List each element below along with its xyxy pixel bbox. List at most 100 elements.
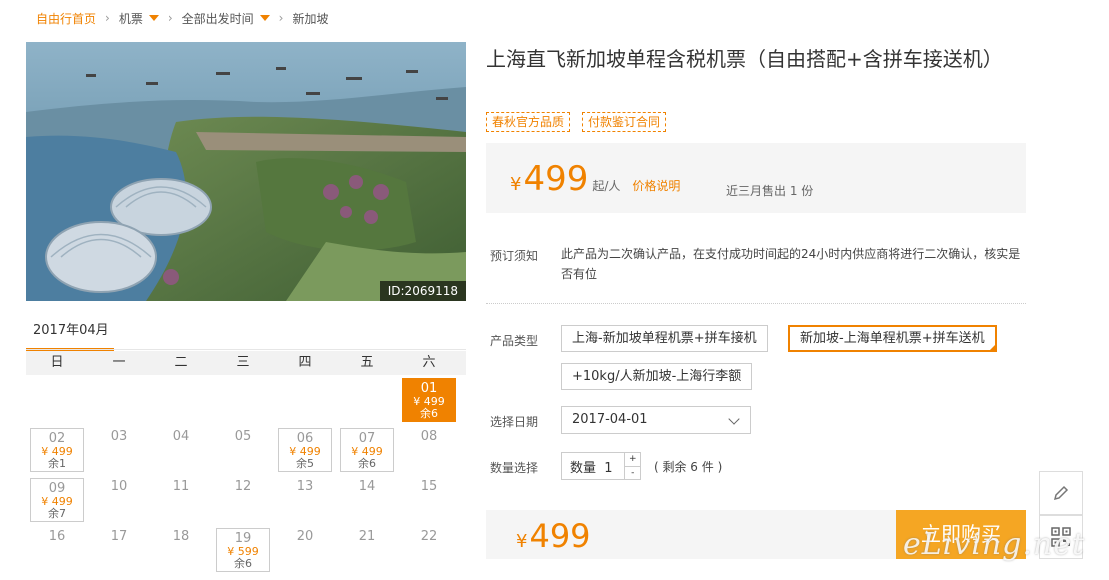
product-hero-image: ID:2069118 — [26, 42, 466, 301]
calendar-blank-cell — [26, 375, 88, 425]
calendar-day-number: 22 — [420, 529, 438, 544]
breadcrumb-departure-dropdown[interactable]: 全部出发时间 — [182, 10, 270, 27]
selected-corner-icon — [987, 343, 997, 352]
price-explanation-link[interactable]: 价格说明 — [632, 177, 680, 194]
calendar-day-number: 21 — [358, 529, 376, 544]
bottom-price: ¥ 499 — [516, 518, 591, 554]
calendar-day: 12 — [212, 475, 274, 525]
quantity-decrement-button[interactable]: - — [625, 467, 640, 480]
calendar-day: 13 — [274, 475, 336, 525]
calendar-day: 04 — [150, 425, 212, 475]
product-type-label: 产品类型 — [490, 334, 539, 348]
calendar-day-number: 11 — [172, 479, 190, 494]
feedback-button[interactable] — [1039, 471, 1083, 515]
calendar-day: 17 — [88, 525, 150, 575]
aerial-photo — [26, 42, 466, 301]
calendar-day-available[interactable]: 01 ¥ 499 余6 — [402, 378, 456, 422]
chevron-down-icon — [728, 413, 740, 425]
caret-down-icon — [148, 15, 159, 21]
calendar-day-number: 16 — [48, 529, 66, 544]
booking-notice-text: 此产品为二次确认产品，在支付成功时间起的24小时内供应商将进行二次确认，核实是否… — [561, 247, 1021, 281]
date-select[interactable]: 2017-04-01 — [561, 406, 751, 434]
breadcrumb-departure-label: 全部出发时间 — [181, 11, 254, 26]
sold-count: 近三月售出 1 份 — [726, 184, 814, 198]
breadcrumb-current: 新加坡 — [292, 11, 329, 26]
calendar-day: 14 — [336, 475, 398, 525]
date-value: 2017-04-01 — [572, 412, 648, 427]
product-tags: 春秋官方品质 付款鉴订合同 — [486, 112, 667, 132]
calendar-day: 10 — [88, 475, 150, 525]
calendar-weekday-header: 日 一 二 三 四 五 六 — [26, 351, 466, 375]
price-unit: 起/人 — [592, 179, 621, 193]
currency-symbol: ¥ — [510, 174, 522, 195]
tag-contract[interactable]: 付款鉴订合同 — [582, 112, 667, 132]
calendar-grid: 01 ¥ 499 余6 02 ¥ 499 余1 03 04 05 06 ¥ 499 余5 07 ¥ 499… — [26, 375, 466, 575]
calendar-blank-cell — [88, 375, 150, 425]
booking-notice-label: 预订须知 — [490, 249, 539, 263]
breadcrumb-home-link[interactable]: 自由行首页 — [36, 10, 96, 27]
calendar-day: 22 — [398, 525, 460, 575]
calendar-day: 16 — [26, 525, 88, 575]
breadcrumb-flights-dropdown[interactable]: 机票 — [119, 10, 159, 27]
breadcrumb-separator-icon: › — [105, 11, 110, 25]
remaining-stock: ( 剩余 6 件 ) — [654, 460, 723, 474]
calendar-month-tab[interactable]: 2017年04月 — [26, 318, 114, 351]
calendar-blank-cell — [212, 375, 274, 425]
divider — [486, 303, 1026, 304]
breadcrumb-separator-icon: › — [278, 11, 284, 25]
quantity-prefix: 数量 — [570, 460, 597, 476]
bottom-price-amount: 499 — [529, 517, 591, 555]
calendar-day: 03 — [88, 425, 150, 475]
product-type-option-pickup[interactable]: 上海-新加坡单程机票+拼车接机 — [561, 325, 768, 352]
calendar-day-available[interactable]: 09 ¥ 499 余7 — [30, 478, 84, 522]
image-id-badge: ID:2069118 — [379, 281, 466, 301]
quantity-label: 数量选择 — [490, 461, 539, 475]
calendar-day-number: 13 — [296, 479, 314, 494]
quantity-stepper[interactable]: 数量 1 + - — [561, 452, 641, 480]
watermark-text: eLiving.net — [903, 527, 1086, 562]
pencil-icon — [1053, 485, 1069, 501]
price-amount: 499 — [523, 159, 589, 199]
calendar-day-number: 15 — [420, 479, 438, 494]
calendar-day: 15 — [398, 475, 460, 525]
product-type-option-luggage[interactable]: +10kg/人新加坡-上海行李额 — [561, 363, 753, 390]
caret-down-icon — [259, 15, 270, 21]
calendar-day-remaining: 余5 — [296, 457, 314, 470]
date-label: 选择日期 — [490, 415, 539, 429]
calendar-blank-cell — [274, 375, 336, 425]
calendar-day-number: 12 — [234, 479, 252, 494]
price-main: ¥ 499 起/人 价格说明 — [510, 161, 680, 197]
calendar: 日 一 二 三 四 五 六 01 ¥ 499 余6 02 ¥ 499 余1 03 04 05 06… — [26, 351, 466, 575]
calendar-day-number: 01 — [420, 381, 438, 396]
calendar-day-available[interactable]: 02 ¥ 499 余1 — [30, 428, 84, 472]
calendar-day-number: 06 — [296, 431, 314, 446]
quantity-increment-button[interactable]: + — [625, 453, 640, 467]
calendar-day-available[interactable]: 19 ¥ 599 余6 — [216, 528, 270, 572]
calendar-day-number: 09 — [48, 481, 66, 496]
calendar-day-available[interactable]: 06 ¥ 499 余5 — [278, 428, 332, 472]
calendar-day-number: 18 — [172, 529, 190, 544]
calendar-day-remaining: 余1 — [48, 457, 66, 470]
calendar-day: 08 — [398, 425, 460, 475]
calendar-day-number: 08 — [420, 429, 438, 444]
weekday-mon: 一 — [112, 355, 126, 370]
weekday-sat: 六 — [422, 355, 436, 370]
tag-official-quality[interactable]: 春秋官方品质 — [486, 112, 571, 132]
product-type-option-dropoff[interactable]: 新加坡-上海单程机票+拼车送机 — [788, 325, 997, 352]
calendar-day-number: 04 — [172, 429, 190, 444]
calendar-day-available[interactable]: 07 ¥ 499 余6 — [340, 428, 394, 472]
calendar-day-number: 10 — [110, 479, 128, 494]
quantity-value: 1 — [604, 460, 613, 476]
weekday-thu: 四 — [298, 355, 312, 370]
calendar-day-number: 14 — [358, 479, 376, 494]
calendar-day-remaining: 余6 — [234, 557, 252, 570]
product-title: 上海直飞新加坡单程含税机票（自由搭配+含拼车接送机） — [486, 47, 1003, 71]
calendar-day-remaining: 余7 — [48, 507, 66, 520]
calendar-day-number: 03 — [110, 429, 128, 444]
currency-symbol: ¥ — [516, 531, 528, 552]
calendar-day-number: 02 — [48, 431, 66, 446]
calendar-day: 18 — [150, 525, 212, 575]
calendar-blank-cell — [150, 375, 212, 425]
breadcrumb-separator-icon: › — [167, 11, 173, 25]
quantity-input[interactable]: 数量 1 — [562, 457, 624, 476]
